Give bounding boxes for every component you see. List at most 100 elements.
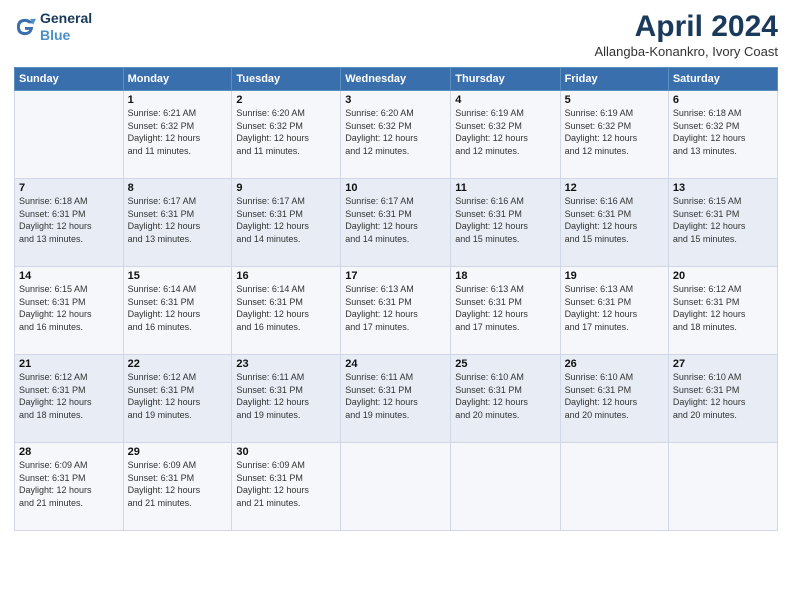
calendar-cell xyxy=(451,443,560,531)
calendar-header-tuesday: Tuesday xyxy=(232,68,341,91)
day-info: Sunrise: 6:11 AM Sunset: 6:31 PM Dayligh… xyxy=(236,371,336,421)
logo: General Blue xyxy=(14,10,92,44)
page: General Blue April 2024 Allangba-Konankr… xyxy=(0,0,792,612)
day-info: Sunrise: 6:17 AM Sunset: 6:31 PM Dayligh… xyxy=(345,195,446,245)
day-number: 14 xyxy=(19,270,119,282)
day-info: Sunrise: 6:15 AM Sunset: 6:31 PM Dayligh… xyxy=(673,195,773,245)
day-info: Sunrise: 6:09 AM Sunset: 6:31 PM Dayligh… xyxy=(19,459,119,509)
calendar-cell: 22Sunrise: 6:12 AM Sunset: 6:31 PM Dayli… xyxy=(123,355,232,443)
calendar-cell: 21Sunrise: 6:12 AM Sunset: 6:31 PM Dayli… xyxy=(15,355,124,443)
main-title: April 2024 xyxy=(594,10,778,44)
day-number: 11 xyxy=(455,182,555,194)
day-number: 22 xyxy=(128,358,228,370)
calendar-cell: 26Sunrise: 6:10 AM Sunset: 6:31 PM Dayli… xyxy=(560,355,668,443)
calendar-cell: 12Sunrise: 6:16 AM Sunset: 6:31 PM Dayli… xyxy=(560,179,668,267)
day-info: Sunrise: 6:18 AM Sunset: 6:31 PM Dayligh… xyxy=(19,195,119,245)
logo-icon xyxy=(14,16,36,38)
day-number: 10 xyxy=(345,182,446,194)
calendar-cell: 8Sunrise: 6:17 AM Sunset: 6:31 PM Daylig… xyxy=(123,179,232,267)
calendar-cell: 30Sunrise: 6:09 AM Sunset: 6:31 PM Dayli… xyxy=(232,443,341,531)
day-info: Sunrise: 6:10 AM Sunset: 6:31 PM Dayligh… xyxy=(565,371,664,421)
day-info: Sunrise: 6:18 AM Sunset: 6:32 PM Dayligh… xyxy=(673,107,773,157)
day-number: 21 xyxy=(19,358,119,370)
logo-line2: Blue xyxy=(40,27,92,44)
calendar-cell: 29Sunrise: 6:09 AM Sunset: 6:31 PM Dayli… xyxy=(123,443,232,531)
calendar-cell xyxy=(560,443,668,531)
logo-line1: General xyxy=(40,10,92,27)
day-number: 15 xyxy=(128,270,228,282)
calendar-week-5: 28Sunrise: 6:09 AM Sunset: 6:31 PM Dayli… xyxy=(15,443,778,531)
calendar-header-thursday: Thursday xyxy=(451,68,560,91)
day-info: Sunrise: 6:13 AM Sunset: 6:31 PM Dayligh… xyxy=(455,283,555,333)
calendar-cell: 5Sunrise: 6:19 AM Sunset: 6:32 PM Daylig… xyxy=(560,91,668,179)
day-info: Sunrise: 6:19 AM Sunset: 6:32 PM Dayligh… xyxy=(565,107,664,157)
day-number: 17 xyxy=(345,270,446,282)
calendar-cell: 14Sunrise: 6:15 AM Sunset: 6:31 PM Dayli… xyxy=(15,267,124,355)
day-info: Sunrise: 6:17 AM Sunset: 6:31 PM Dayligh… xyxy=(128,195,228,245)
day-info: Sunrise: 6:14 AM Sunset: 6:31 PM Dayligh… xyxy=(236,283,336,333)
day-info: Sunrise: 6:11 AM Sunset: 6:31 PM Dayligh… xyxy=(345,371,446,421)
calendar-table: SundayMondayTuesdayWednesdayThursdayFrid… xyxy=(14,67,778,531)
calendar-cell: 10Sunrise: 6:17 AM Sunset: 6:31 PM Dayli… xyxy=(341,179,451,267)
calendar-cell: 24Sunrise: 6:11 AM Sunset: 6:31 PM Dayli… xyxy=(341,355,451,443)
day-number: 13 xyxy=(673,182,773,194)
day-info: Sunrise: 6:13 AM Sunset: 6:31 PM Dayligh… xyxy=(345,283,446,333)
day-info: Sunrise: 6:10 AM Sunset: 6:31 PM Dayligh… xyxy=(455,371,555,421)
calendar-header-row: SundayMondayTuesdayWednesdayThursdayFrid… xyxy=(15,68,778,91)
calendar-cell: 15Sunrise: 6:14 AM Sunset: 6:31 PM Dayli… xyxy=(123,267,232,355)
calendar-cell xyxy=(668,443,777,531)
calendar-week-1: 1Sunrise: 6:21 AM Sunset: 6:32 PM Daylig… xyxy=(15,91,778,179)
calendar-header-monday: Monday xyxy=(123,68,232,91)
day-info: Sunrise: 6:12 AM Sunset: 6:31 PM Dayligh… xyxy=(19,371,119,421)
day-info: Sunrise: 6:09 AM Sunset: 6:31 PM Dayligh… xyxy=(128,459,228,509)
day-info: Sunrise: 6:12 AM Sunset: 6:31 PM Dayligh… xyxy=(128,371,228,421)
calendar-cell: 19Sunrise: 6:13 AM Sunset: 6:31 PM Dayli… xyxy=(560,267,668,355)
calendar-cell: 18Sunrise: 6:13 AM Sunset: 6:31 PM Dayli… xyxy=(451,267,560,355)
calendar-cell: 16Sunrise: 6:14 AM Sunset: 6:31 PM Dayli… xyxy=(232,267,341,355)
day-number: 19 xyxy=(565,270,664,282)
day-info: Sunrise: 6:16 AM Sunset: 6:31 PM Dayligh… xyxy=(455,195,555,245)
day-number: 24 xyxy=(345,358,446,370)
header: General Blue April 2024 Allangba-Konankr… xyxy=(14,10,778,59)
day-info: Sunrise: 6:10 AM Sunset: 6:31 PM Dayligh… xyxy=(673,371,773,421)
day-number: 26 xyxy=(565,358,664,370)
calendar-cell xyxy=(341,443,451,531)
calendar-cell: 13Sunrise: 6:15 AM Sunset: 6:31 PM Dayli… xyxy=(668,179,777,267)
calendar-cell: 20Sunrise: 6:12 AM Sunset: 6:31 PM Dayli… xyxy=(668,267,777,355)
calendar-header-saturday: Saturday xyxy=(668,68,777,91)
calendar-header-friday: Friday xyxy=(560,68,668,91)
calendar-cell: 4Sunrise: 6:19 AM Sunset: 6:32 PM Daylig… xyxy=(451,91,560,179)
calendar-cell: 3Sunrise: 6:20 AM Sunset: 6:32 PM Daylig… xyxy=(341,91,451,179)
calendar-header-sunday: Sunday xyxy=(15,68,124,91)
day-info: Sunrise: 6:12 AM Sunset: 6:31 PM Dayligh… xyxy=(673,283,773,333)
day-number: 16 xyxy=(236,270,336,282)
day-info: Sunrise: 6:20 AM Sunset: 6:32 PM Dayligh… xyxy=(236,107,336,157)
calendar-week-3: 14Sunrise: 6:15 AM Sunset: 6:31 PM Dayli… xyxy=(15,267,778,355)
calendar-cell: 2Sunrise: 6:20 AM Sunset: 6:32 PM Daylig… xyxy=(232,91,341,179)
day-number: 7 xyxy=(19,182,119,194)
calendar-cell: 17Sunrise: 6:13 AM Sunset: 6:31 PM Dayli… xyxy=(341,267,451,355)
subtitle: Allangba-Konankro, Ivory Coast xyxy=(594,44,778,59)
day-info: Sunrise: 6:13 AM Sunset: 6:31 PM Dayligh… xyxy=(565,283,664,333)
calendar-cell: 25Sunrise: 6:10 AM Sunset: 6:31 PM Dayli… xyxy=(451,355,560,443)
calendar-cell: 6Sunrise: 6:18 AM Sunset: 6:32 PM Daylig… xyxy=(668,91,777,179)
day-number: 20 xyxy=(673,270,773,282)
day-number: 4 xyxy=(455,94,555,106)
title-section: April 2024 Allangba-Konankro, Ivory Coas… xyxy=(594,10,778,59)
day-number: 18 xyxy=(455,270,555,282)
day-info: Sunrise: 6:09 AM Sunset: 6:31 PM Dayligh… xyxy=(236,459,336,509)
day-number: 5 xyxy=(565,94,664,106)
calendar-week-2: 7Sunrise: 6:18 AM Sunset: 6:31 PM Daylig… xyxy=(15,179,778,267)
day-number: 2 xyxy=(236,94,336,106)
calendar-cell: 11Sunrise: 6:16 AM Sunset: 6:31 PM Dayli… xyxy=(451,179,560,267)
calendar-cell: 23Sunrise: 6:11 AM Sunset: 6:31 PM Dayli… xyxy=(232,355,341,443)
day-number: 8 xyxy=(128,182,228,194)
day-info: Sunrise: 6:21 AM Sunset: 6:32 PM Dayligh… xyxy=(128,107,228,157)
calendar-cell: 7Sunrise: 6:18 AM Sunset: 6:31 PM Daylig… xyxy=(15,179,124,267)
day-number: 6 xyxy=(673,94,773,106)
day-info: Sunrise: 6:17 AM Sunset: 6:31 PM Dayligh… xyxy=(236,195,336,245)
day-number: 23 xyxy=(236,358,336,370)
calendar-week-4: 21Sunrise: 6:12 AM Sunset: 6:31 PM Dayli… xyxy=(15,355,778,443)
day-number: 30 xyxy=(236,446,336,458)
day-info: Sunrise: 6:20 AM Sunset: 6:32 PM Dayligh… xyxy=(345,107,446,157)
